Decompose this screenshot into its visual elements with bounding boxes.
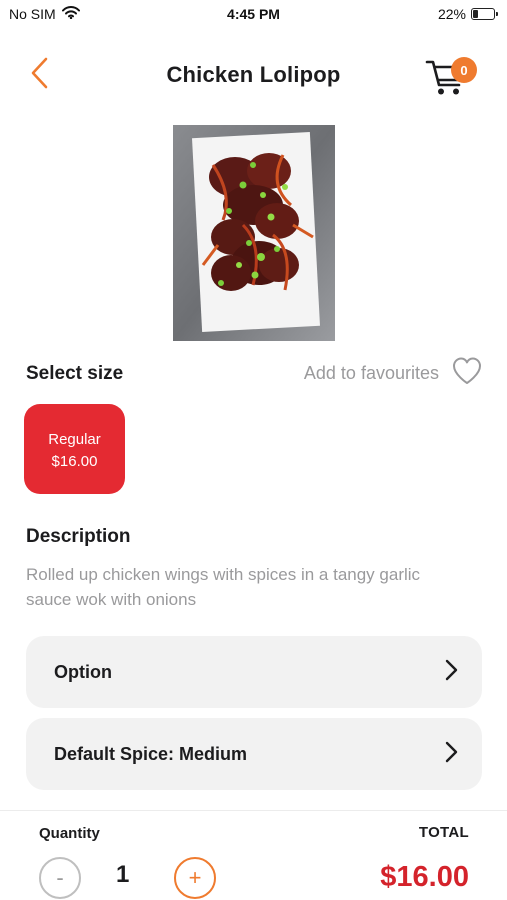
battery-percent: 22% <box>437 6 466 22</box>
minus-icon: - <box>56 865 64 890</box>
default-spice-row[interactable]: Default Spice: Medium <box>26 718 482 790</box>
decrease-quantity-button[interactable]: - <box>39 857 81 899</box>
header: Chicken Lolipop 0 <box>0 45 507 105</box>
add-to-favourites-button[interactable]: Add to favourites <box>304 356 483 391</box>
status-right: 22% <box>437 6 498 22</box>
option-label: Option <box>54 661 112 682</box>
cart-button[interactable]: 0 <box>425 53 477 99</box>
cart-count-badge: 0 <box>451 57 477 83</box>
description-heading: Description <box>26 526 131 547</box>
description-text: Rolled up chicken wings with spices in a… <box>26 565 421 609</box>
quantity-value: 1 <box>116 861 130 888</box>
size-name: Regular <box>48 431 101 448</box>
product-image <box>173 125 335 341</box>
total-value: $16.00 <box>380 861 469 893</box>
chevron-right-icon <box>444 659 458 686</box>
status-time: 4:45 PM <box>227 6 280 22</box>
bottom-bar: Quantity TOTAL - 1 + $16.00 <box>0 810 507 900</box>
size-price: $16.00 <box>51 453 98 470</box>
increase-quantity-button[interactable]: + <box>174 857 216 899</box>
heart-icon <box>451 356 483 391</box>
chevron-right-icon <box>444 741 458 768</box>
battery-icon <box>471 8 498 20</box>
option-row[interactable]: Option <box>26 636 482 708</box>
favourites-label: Add to favourites <box>303 363 439 383</box>
status-bar: No SIM 4:45 PM 22% <box>0 0 507 30</box>
size-option-regular[interactable]: Regular $16.00 <box>24 404 125 494</box>
select-size-label: Select size <box>26 363 124 384</box>
battery-level <box>473 10 478 18</box>
quantity-label: Quantity <box>39 825 100 842</box>
plus-icon: + <box>188 865 202 890</box>
default-spice-label: Default Spice: Medium <box>54 743 248 764</box>
total-label: TOTAL <box>418 824 469 841</box>
